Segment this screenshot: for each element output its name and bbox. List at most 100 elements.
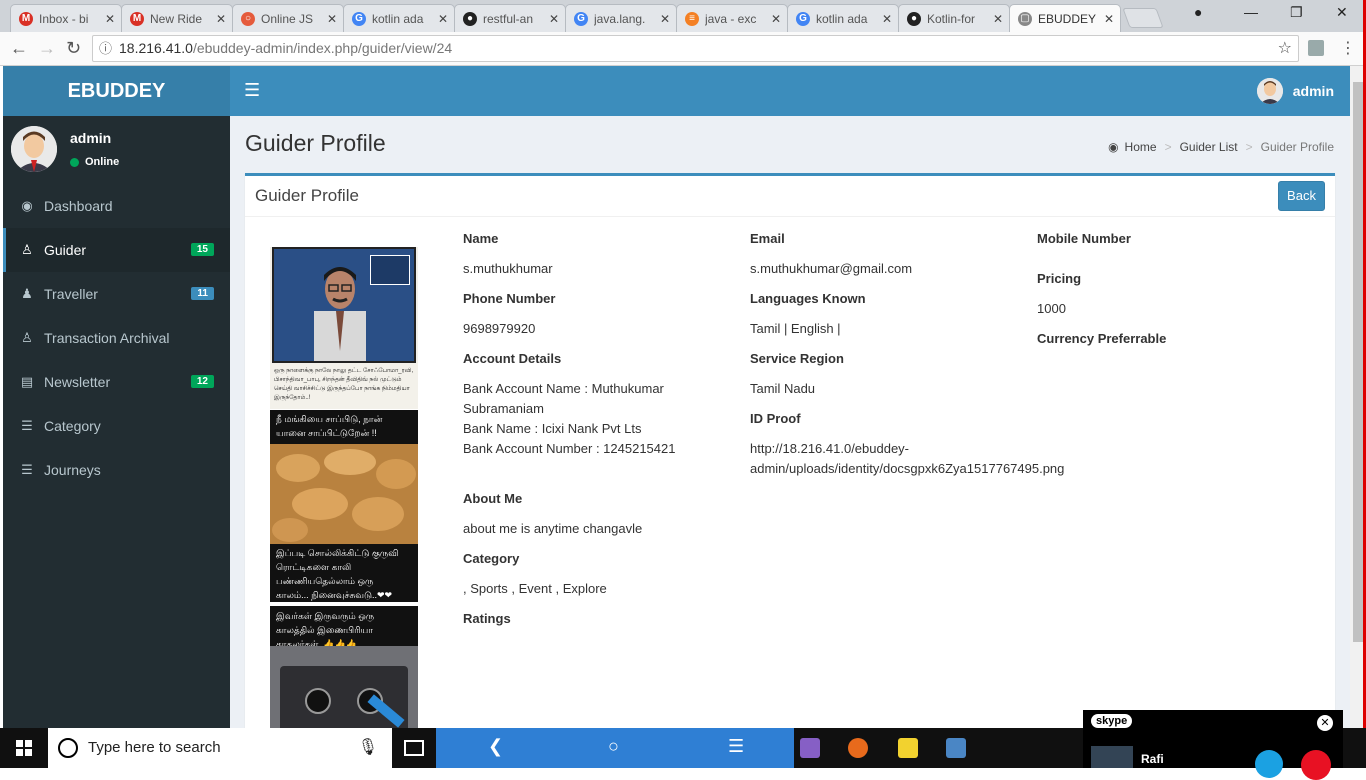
- tab-close-icon[interactable]: ✕: [549, 12, 559, 26]
- sidebar-item-label: Newsletter: [44, 374, 111, 390]
- count-badge: 15: [190, 243, 214, 256]
- phone-mirror-bar: ❮ ○ ☰: [436, 728, 794, 768]
- phone-home-icon[interactable]: ○: [608, 736, 619, 757]
- postman-icon[interactable]: [848, 738, 868, 758]
- browser-tab[interactable]: Gkotlin ada ✕: [787, 4, 899, 32]
- reload-icon[interactable]: ↻: [66, 38, 81, 59]
- field-currency: Currency Preferrable: [1037, 331, 1167, 346]
- field-category: Category , Sports , Event , Explore: [463, 551, 607, 596]
- phone-back-icon[interactable]: ❮: [488, 736, 503, 757]
- tab-label: kotlin ada: [816, 11, 868, 26]
- sticky-notes-icon[interactable]: [898, 738, 918, 758]
- tab-close-icon[interactable]: ✕: [882, 12, 892, 26]
- browser-tab[interactable]: ● Kotlin-for ✕: [898, 4, 1010, 32]
- field-name: Name s.muthukhumar: [463, 231, 733, 279]
- bookmark-star-icon[interactable]: ☆: [1278, 36, 1292, 61]
- count-badge: 12: [190, 375, 214, 388]
- app-icon[interactable]: [946, 738, 966, 758]
- tab-label: Kotlin-for: [927, 11, 976, 26]
- windows-start-icon[interactable]: [16, 740, 32, 756]
- tab-label: Inbox - bi: [39, 11, 89, 26]
- browser-tab[interactable]: M New Ride ✕: [121, 4, 233, 32]
- browser-tab[interactable]: M Inbox - bi ✕: [10, 4, 122, 32]
- newspaper-icon: ▤: [20, 374, 34, 389]
- photo-panel-newsreader: ஒரு நாளைக்கு நாலே நாலு தட்ட சோஃபோமா_ரவி,…: [270, 247, 418, 409]
- browser-tab[interactable]: ○ Online JS ✕: [232, 4, 344, 32]
- sidebar-item-label: Transaction Archival: [44, 330, 170, 346]
- browser-tab[interactable]: ▢ EBUDDEY ✕: [1009, 4, 1121, 32]
- tab-close-icon[interactable]: ✕: [216, 12, 226, 26]
- avatar: [1091, 746, 1133, 768]
- status-badge: Online: [70, 156, 119, 168]
- sidebar-user-name: admin: [70, 130, 112, 146]
- add-call-button[interactable]: [1255, 750, 1283, 778]
- decline-call-button[interactable]: [1301, 750, 1331, 780]
- extension-icon[interactable]: [1308, 40, 1324, 56]
- phone-menu-icon[interactable]: ☰: [728, 736, 744, 757]
- minimize-icon[interactable]: —: [1244, 4, 1258, 20]
- user-icon: ♟: [21, 286, 33, 301]
- field-languages: Languages Known Tamil | English |: [750, 291, 866, 336]
- field-mobile: Mobile Number: [1037, 231, 1131, 246]
- sidebar-item-traveller[interactable]: ♟ Traveller 11: [3, 272, 230, 316]
- breadcrumb-guider-list[interactable]: Guider List: [1180, 140, 1238, 154]
- info-icon[interactable]: ⓘ: [99, 36, 112, 61]
- profile-icon[interactable]: ●: [1194, 4, 1202, 20]
- field-phone: Phone Number 9698979920: [463, 291, 733, 339]
- browser-toolbar: ← → ↻ ⓘ 18.216.41.0/ebuddey-admin/index.…: [0, 32, 1366, 66]
- back-arrow-icon[interactable]: ←: [10, 38, 28, 59]
- browser-menu-icon[interactable]: ⋮: [1340, 38, 1356, 58]
- top-user-name: admin: [1292, 83, 1334, 99]
- tab-favicon-icon: M: [19, 11, 33, 26]
- sidebar-item-journeys[interactable]: ☰ Journeys: [3, 448, 230, 492]
- sidebar-item-newsletter[interactable]: ▤ Newsletter 12: [3, 360, 230, 404]
- tab-close-icon[interactable]: ✕: [660, 12, 670, 26]
- tab-close-icon[interactable]: ✕: [1104, 12, 1114, 26]
- online-dot-icon: [70, 157, 79, 167]
- sidebar-item-transaction-archival[interactable]: ♙ Transaction Archival: [3, 316, 230, 360]
- field-pricing: Pricing 1000: [1037, 271, 1082, 316]
- forward-arrow-icon[interactable]: →: [38, 38, 56, 59]
- tab-favicon-icon: G: [352, 11, 366, 26]
- address-bar[interactable]: ⓘ 18.216.41.0/ebuddey-admin/index.php/gu…: [92, 35, 1299, 62]
- tab-close-icon[interactable]: ✕: [327, 12, 337, 26]
- skype-notification[interactable]: skype ✕ Rafi: [1083, 710, 1343, 780]
- sidebar-item-label: Guider: [44, 242, 87, 258]
- user-menu[interactable]: admin: [1256, 78, 1334, 104]
- profile-photo: ஒரு நாளைக்கு நாலே நாலு தட்ட சோஃபோமா_ரவி,…: [270, 247, 418, 728]
- tab-close-icon[interactable]: ✕: [771, 12, 781, 26]
- visual-studio-icon[interactable]: [800, 738, 820, 758]
- tab-label: kotlin ada: [372, 11, 424, 26]
- close-window-icon[interactable]: ✕: [1336, 4, 1348, 21]
- browser-tab[interactable]: Gjava.lang. ✕: [565, 4, 677, 32]
- sidebar-item-dashboard[interactable]: ◉ Dashboard: [3, 184, 230, 228]
- url-host: 18.216.41.0: [119, 40, 193, 56]
- tab-close-icon[interactable]: ✕: [438, 12, 448, 26]
- browser-tab[interactable]: ● restful-an ✕: [454, 4, 566, 32]
- close-icon[interactable]: ✕: [1317, 715, 1333, 731]
- id-proof-link[interactable]: http://18.216.41.0/ebuddey-: [750, 439, 1090, 459]
- field-ratings: Ratings: [463, 611, 511, 626]
- sidebar-toggle-icon[interactable]: ☰: [244, 80, 260, 101]
- restore-icon[interactable]: ❐: [1290, 4, 1303, 21]
- task-view-icon[interactable]: [404, 740, 424, 756]
- name-value: s.muthukhumar: [463, 261, 553, 276]
- microphone-icon[interactable]: 🎙: [358, 728, 378, 768]
- skype-icon: skype: [1091, 714, 1133, 728]
- box-title: Guider Profile: [255, 186, 359, 205]
- photo-panel-cassette: இவர்கள் இருவரும் ஒரு காலத்தில் இணைபிரியா…: [270, 606, 418, 728]
- tab-label: java - exc: [705, 11, 757, 26]
- breadcrumb: ◉ Home > Guider List > Guider Profile: [1108, 140, 1334, 154]
- new-tab-button[interactable]: [1122, 8, 1164, 28]
- sidebar-item-guider[interactable]: ♙ Guider 15: [3, 228, 230, 272]
- brand-logo[interactable]: EBUDDEY: [3, 66, 230, 116]
- sidebar-item-category[interactable]: ☰ Category: [3, 404, 230, 448]
- browser-tabstrip: M Inbox - bi ✕ M New Ride ✕ ○ Online JS ✕ Gkotlin…: [0, 0, 1366, 32]
- back-button[interactable]: Back: [1278, 181, 1325, 211]
- browser-tab[interactable]: Gkotlin ada ✕: [343, 4, 455, 32]
- taskbar-search-input[interactable]: Type here to search 🎙: [48, 728, 392, 768]
- tab-close-icon[interactable]: ✕: [105, 12, 115, 26]
- tab-close-icon[interactable]: ✕: [993, 12, 1003, 26]
- breadcrumb-home[interactable]: Home: [1125, 140, 1157, 154]
- browser-tab[interactable]: ≡ java - exc ✕: [676, 4, 788, 32]
